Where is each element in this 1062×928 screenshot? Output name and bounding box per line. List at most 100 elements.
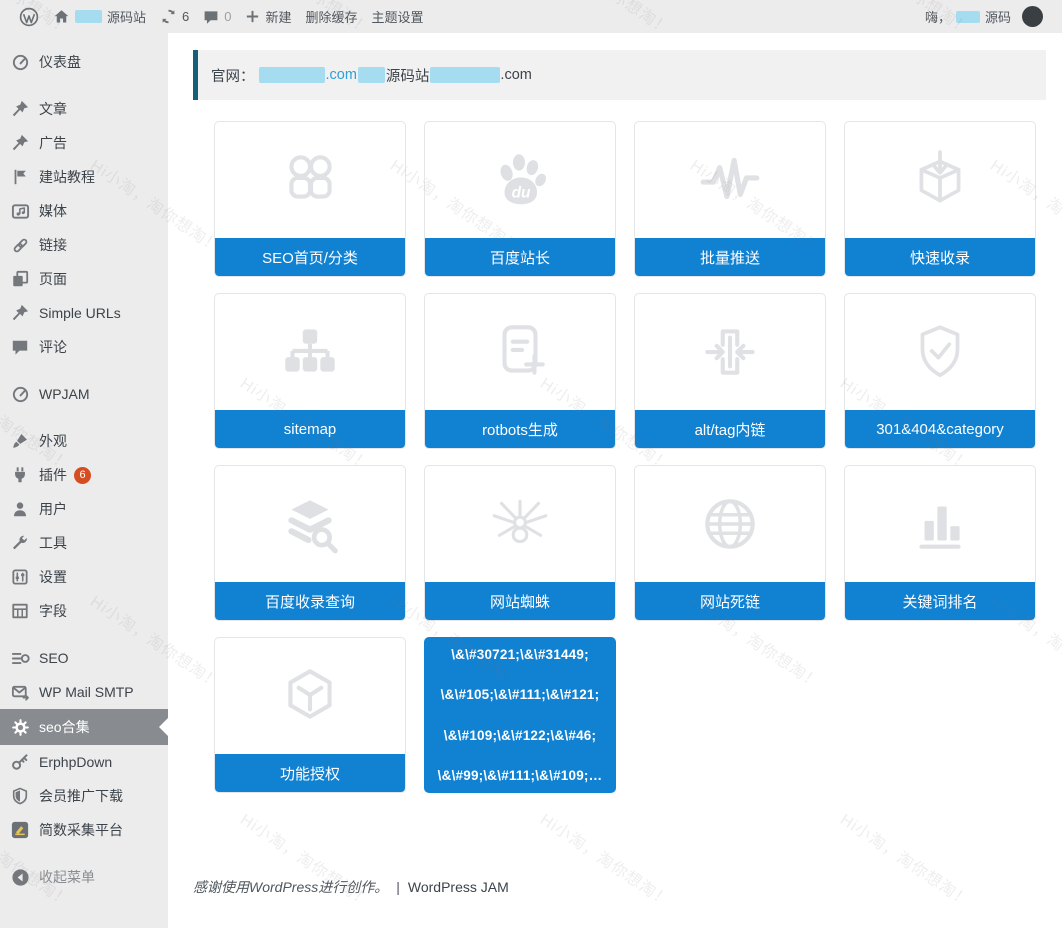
plugin-icon — [10, 465, 30, 485]
plus-icon — [245, 9, 260, 24]
sidebar-item-site-tutorials[interactable]: 建站教程 — [0, 160, 168, 194]
compress-icon — [635, 294, 825, 410]
key-icon — [10, 752, 30, 772]
wordpress-logo-menu[interactable] — [12, 0, 46, 33]
card-alt-tag-internal-link[interactable]: alt/tag内链 — [634, 293, 826, 449]
sidebar-item-label: 收起菜单 — [39, 867, 95, 887]
footer-platform-link[interactable]: WordPress JAM — [408, 879, 509, 895]
sidebar-item-label: WPJAM — [39, 386, 90, 402]
sidebar-item-erphpdown[interactable]: ErphpDown — [0, 745, 168, 779]
comments-menu[interactable]: 0 — [196, 0, 238, 33]
sidebar-item-users[interactable]: 用户 — [0, 492, 168, 526]
card-encoded-domain[interactable]: \&\#30721;\&\#31449;\&\#105;\&\#111;\&\#… — [424, 637, 616, 793]
brush-icon — [10, 431, 30, 451]
notice-domain-suffix: .com — [500, 67, 531, 83]
card-label: 批量推送 — [635, 238, 825, 276]
layers-search-icon — [215, 466, 405, 582]
clear-cache-menu[interactable]: 删除缓存 — [299, 0, 365, 33]
my-account-menu[interactable]: 嗨， 源码 — [918, 0, 1050, 33]
sidebar-item-jianshu-collector[interactable]: 简数采集平台 — [0, 813, 168, 847]
link-icon — [10, 235, 30, 255]
settings-icon — [10, 567, 30, 587]
sidebar-item-pages[interactable]: 页面 — [0, 262, 168, 296]
clover-icon — [215, 122, 405, 238]
sidebar-item-wp-mail-smtp[interactable]: WP Mail SMTP — [0, 675, 168, 709]
sidebar-item-label: 字段 — [39, 601, 67, 621]
sidebar-item-simple-urls[interactable]: Simple URLs — [0, 296, 168, 330]
sidebar-item-posts[interactable]: 文章 — [0, 92, 168, 126]
sidebar-item-seo[interactable]: SEO — [0, 641, 168, 675]
card-label: alt/tag内链 — [635, 410, 825, 448]
card-site-spider[interactable]: 网站蜘蛛 — [424, 465, 616, 621]
sidebar-item-label: 页面 — [39, 269, 67, 289]
card-label: sitemap — [215, 410, 405, 448]
sidebar-item-label: ErphpDown — [39, 754, 112, 770]
mail-icon — [10, 682, 30, 702]
home-icon — [53, 8, 70, 25]
sidebar-item-appearance[interactable]: 外观 — [0, 424, 168, 458]
wordpress-logo-icon — [19, 7, 39, 27]
wrench-icon — [10, 533, 30, 553]
card-redirect-404-category[interactable]: 301&404&category — [844, 293, 1036, 449]
card-batch-push[interactable]: 批量推送 — [634, 121, 826, 277]
sidebar-item-comments[interactable]: 评论 — [0, 330, 168, 364]
sitemap-icon — [215, 294, 405, 410]
sidebar-item-label: 广告 — [39, 133, 67, 153]
redaction-block — [358, 67, 385, 83]
sidebar-item-plugins[interactable]: 插件6 — [0, 458, 168, 492]
card-label: 关键词排名 — [845, 582, 1035, 620]
sidebar-item-label: 简数采集平台 — [39, 820, 123, 840]
sidebar-item-seo-collection[interactable]: seo合集 — [0, 709, 168, 745]
sidebar-item-label: 仪表盘 — [39, 52, 81, 72]
user-name-label: 源码 — [985, 7, 1011, 26]
sidebar-item-dashboard[interactable]: 仪表盘 — [0, 45, 168, 79]
sidebar-item-tools[interactable]: 工具 — [0, 526, 168, 560]
seo-list-icon — [10, 648, 30, 668]
card-label: 功能授权 — [215, 754, 405, 792]
card-robots-generate[interactable]: rotbots生成 — [424, 293, 616, 449]
card-label: 快速收录 — [845, 238, 1035, 276]
updates-count: 6 — [182, 9, 189, 24]
notice-prefix: 官网： — [211, 65, 255, 86]
shield-icon — [10, 786, 30, 806]
main-content: 官网： .com 源码站 .com SEO首页/分类 du百度站长批量推送快速收录… — [168, 33, 1062, 928]
new-content-menu[interactable]: 新建 — [238, 0, 298, 33]
card-feature-license[interactable]: 功能授权 — [214, 637, 406, 793]
admin-bar: 源码站 6 0 新建 删除缓存 主题设置 嗨， — [0, 0, 1062, 33]
card-quick-include[interactable]: 快速收录 — [844, 121, 1036, 277]
shield-check-icon — [845, 294, 1035, 410]
sidebar-item-fields[interactable]: 字段 — [0, 594, 168, 628]
official-site-notice: 官网： .com 源码站 .com — [193, 50, 1046, 100]
updates-menu[interactable]: 6 — [153, 0, 196, 33]
encoded-text-line: \&\#105;\&\#111;\&\#121; — [429, 687, 611, 702]
card-label: rotbots生成 — [425, 410, 615, 448]
spider-icon — [425, 466, 615, 582]
pages-icon — [10, 269, 30, 289]
sidebar-item-collapse-menu[interactable]: 收起菜单 — [0, 860, 168, 894]
sidebar-item-member-promo-download[interactable]: 会员推广下载 — [0, 779, 168, 813]
sidebar-item-wpjam[interactable]: WPJAM — [0, 377, 168, 411]
theme-settings-menu[interactable]: 主题设置 — [365, 0, 431, 33]
sidebar-item-settings[interactable]: 设置 — [0, 560, 168, 594]
footer-thanks-link[interactable]: 感谢使用WordPress进行创作。 — [193, 877, 388, 897]
globe-icon — [635, 466, 825, 582]
card-keyword-ranking[interactable]: 关键词排名 — [844, 465, 1036, 621]
box-receive-icon — [845, 122, 1035, 238]
avatar — [1022, 6, 1043, 27]
card-seo-home-category[interactable]: SEO首页/分类 — [214, 121, 406, 277]
official-domain-link[interactable]: .com — [326, 67, 357, 83]
card-label: SEO首页/分类 — [215, 238, 405, 276]
grid-icon — [10, 601, 30, 621]
jianshu-icon — [10, 820, 30, 840]
site-menu[interactable]: 源码站 — [46, 0, 153, 33]
card-sitemap[interactable]: sitemap — [214, 293, 406, 449]
sidebar-item-links[interactable]: 链接 — [0, 228, 168, 262]
card-site-deadlink[interactable]: 网站死链 — [634, 465, 826, 621]
dashboard-icon — [10, 52, 30, 72]
card-baidu-index-query[interactable]: 百度收录查询 — [214, 465, 406, 621]
theme-settings-label: 主题设置 — [372, 7, 424, 26]
sidebar-item-ads[interactable]: 广告 — [0, 126, 168, 160]
sidebar-item-media[interactable]: 媒体 — [0, 194, 168, 228]
baidu-du-glyph: du — [512, 185, 531, 202]
card-baidu-webmaster[interactable]: du百度站长 — [424, 121, 616, 277]
